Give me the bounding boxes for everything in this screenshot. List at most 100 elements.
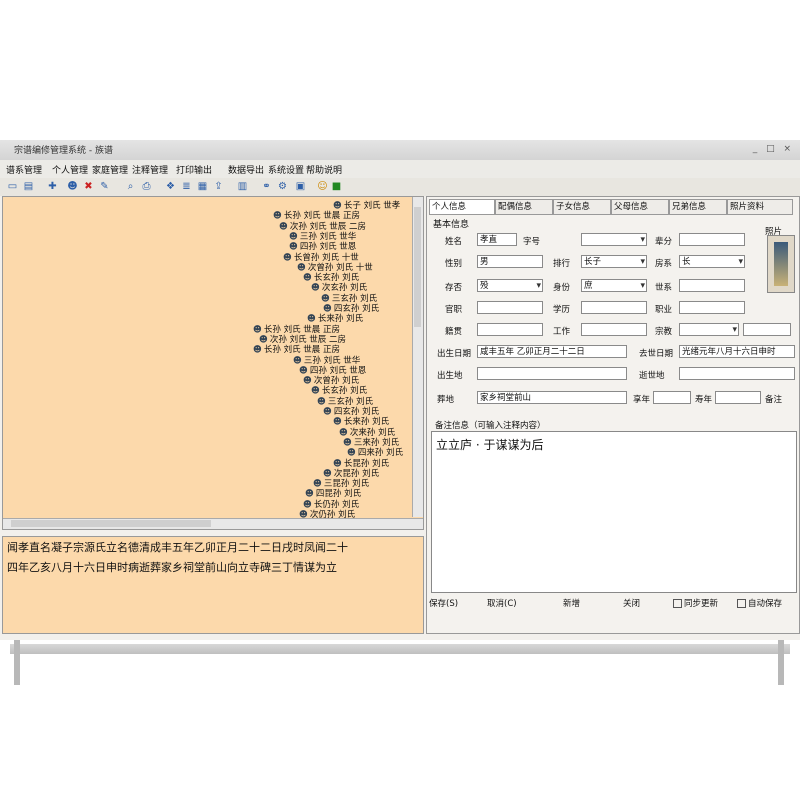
tab-siblings[interactable]: 兄弟信息 [669, 199, 727, 215]
status-label: 身份 [553, 283, 571, 293]
chart-icon[interactable]: ▥ [236, 180, 249, 193]
new-button[interactable]: 新增 [563, 597, 580, 609]
monitor-screen: 宗谱编修管理系统 - 族谱 _ □ × 谱系管理 个人管理 家庭管理 注释管理 … [0, 140, 800, 640]
alias-select[interactable] [581, 233, 647, 246]
tree-icon[interactable]: ❖ [164, 180, 177, 193]
title-label: 官职 [445, 305, 463, 315]
tab-photos[interactable]: 照片资料 [727, 199, 793, 215]
religion-extra-field[interactable] [743, 323, 791, 336]
gender-label: 性别 [445, 259, 463, 269]
search-icon[interactable]: ⌕ [124, 180, 137, 193]
form-button-bar: 保存(S) 取消(C) 新增 关闭 同步更新 自动保存 [427, 593, 799, 613]
burial-field[interactable]: 家乡祠堂前山 [477, 391, 627, 404]
age-field[interactable] [653, 391, 691, 404]
sync-checkbox[interactable]: 同步更新 [673, 597, 718, 609]
menu-item[interactable]: 谱系管理 [6, 163, 42, 176]
open-icon[interactable]: ▭ [6, 180, 19, 193]
tab-personal[interactable]: 个人信息 [429, 199, 495, 215]
deathplace-field[interactable] [679, 367, 795, 380]
gender-field[interactable]: 男 [477, 255, 543, 268]
job-field[interactable] [581, 323, 647, 336]
save-button[interactable]: 保存(S) [429, 597, 458, 609]
rank-select[interactable]: 长子 [581, 255, 647, 268]
print-icon[interactable]: ⎙ [140, 180, 153, 193]
person-icon: ☻ [253, 345, 262, 356]
export-icon[interactable]: ⇪ [212, 180, 225, 193]
tab-parents[interactable]: 父母信息 [611, 199, 669, 215]
settings-icon[interactable]: ⚙ [276, 180, 289, 193]
scroll-thumb[interactable] [11, 520, 211, 527]
tree-vertical-scrollbar[interactable] [412, 197, 423, 517]
occupation-field[interactable] [679, 301, 745, 314]
window-title: 宗谱编修管理系统 - 族谱 [14, 146, 113, 156]
group-label: 基本信息 [433, 220, 470, 230]
biography-line: 四年乙亥八月十六日申时病逝葬家乡祠堂前山向立寺碑三丁情谋为立 [7, 561, 337, 574]
native-label: 籍贯 [445, 327, 463, 337]
status-select[interactable]: 庶 [581, 279, 647, 292]
note-text: 立立庐 · 于谋谋为后 [436, 438, 544, 452]
person-icon: ☻ [283, 252, 292, 263]
person-icon: ☻ [311, 283, 320, 294]
education-field[interactable] [581, 301, 647, 314]
menu-item[interactable]: 家庭管理 [92, 163, 128, 176]
link-icon[interactable]: ⚭ [260, 180, 273, 193]
autosave-checkbox-label: 自动保存 [748, 599, 783, 609]
extra-label: 备注 [765, 395, 783, 405]
deathplace-label: 逝世地 [639, 371, 665, 381]
tree-horizontal-scrollbar[interactable] [3, 518, 423, 529]
scroll-thumb[interactable] [414, 207, 421, 327]
menu-item[interactable]: 数据导出 [228, 163, 264, 176]
menu-item[interactable]: 帮助说明 [306, 163, 342, 176]
menu-item[interactable]: 注释管理 [132, 163, 168, 176]
help-icon[interactable]: ☺ [316, 180, 329, 193]
doc-icon[interactable]: ▦ [196, 180, 209, 193]
menu-item[interactable]: 个人管理 [52, 163, 88, 176]
birthplace-field[interactable] [477, 367, 627, 380]
alias-label: 字号 [523, 237, 541, 247]
birth-date-label: 出生日期 [437, 349, 472, 359]
add-icon[interactable]: ✚ [46, 180, 59, 193]
cancel-button[interactable]: 取消(C) [487, 597, 517, 609]
genealogy-tree[interactable]: ☻ 长子 刘氏 世孝 ☻ 长孙 刘氏 世晨 正房 ☻ 次孙 刘氏 世辰 二房 ☻ 三孙 刘氏 … [2, 196, 424, 530]
person-icon[interactable]: ☻ [66, 180, 79, 193]
alive-label: 存否 [445, 283, 463, 293]
lineage-label: 世系 [655, 283, 673, 293]
biography-panel[interactable]: 闻孝直名凝子宗源氏立名德清成丰五年乙卯正月二十二日戌时凤闻二十 四年乙亥八月十六… [2, 536, 424, 634]
exit-icon[interactable]: ■ [330, 180, 343, 193]
list-icon[interactable]: ≣ [180, 180, 193, 193]
alive-select[interactable]: 殁 [477, 279, 543, 292]
death-date-field[interactable]: 光绪元年八月十六日申时 [679, 345, 795, 358]
portrait-photo [767, 235, 795, 293]
image-icon[interactable]: ▣ [294, 180, 307, 193]
menu-item[interactable]: 系统设置 [268, 163, 304, 176]
lineage-field[interactable] [679, 279, 745, 292]
occupation-label: 职业 [655, 305, 673, 315]
detail-tabs: 个人信息 配偶信息 子女信息 父母信息 兄弟信息 照片资料 [429, 199, 797, 215]
death-date-label: 去世日期 [639, 349, 674, 359]
toolbar: ▭ ▤ ✚ ☻ ✖ ✎ ⌕ ⎙ ❖ ≣ ▦ ⇪ ▥ ⚭ ⚙ ▣ ☺ ■ [0, 178, 800, 196]
birthplace-label: 出生地 [437, 371, 463, 381]
native-field[interactable] [477, 323, 543, 336]
name-field[interactable]: 孝直 [477, 233, 517, 246]
delete-icon[interactable]: ✖ [82, 180, 95, 193]
generation-field[interactable] [679, 233, 745, 246]
tab-children[interactable]: 子女信息 [553, 199, 611, 215]
menu-item[interactable]: 打印输出 [176, 163, 212, 176]
note-textarea[interactable]: 立立庐 · 于谋谋为后 [431, 431, 797, 593]
burial-label: 葬地 [437, 395, 455, 405]
autosave-checkbox[interactable]: 自动保存 [737, 597, 782, 609]
close-button[interactable]: 关闭 [623, 597, 640, 609]
title-field[interactable] [477, 301, 543, 314]
sync-checkbox-label: 同步更新 [684, 599, 719, 609]
window-controls[interactable]: _ □ × [753, 144, 794, 154]
save-icon[interactable]: ▤ [22, 180, 35, 193]
religion-select[interactable] [679, 323, 739, 336]
edit-icon[interactable]: ✎ [98, 180, 111, 193]
branch-select[interactable]: 长 [679, 255, 745, 268]
birth-date-field[interactable]: 咸丰五年 乙卯正月二十二日 [477, 345, 627, 358]
years-field[interactable] [715, 391, 761, 404]
name-label: 姓名 [445, 237, 463, 247]
age-label: 享年 [633, 395, 651, 405]
tab-spouse[interactable]: 配偶信息 [495, 199, 553, 215]
religion-label: 宗教 [655, 327, 673, 337]
